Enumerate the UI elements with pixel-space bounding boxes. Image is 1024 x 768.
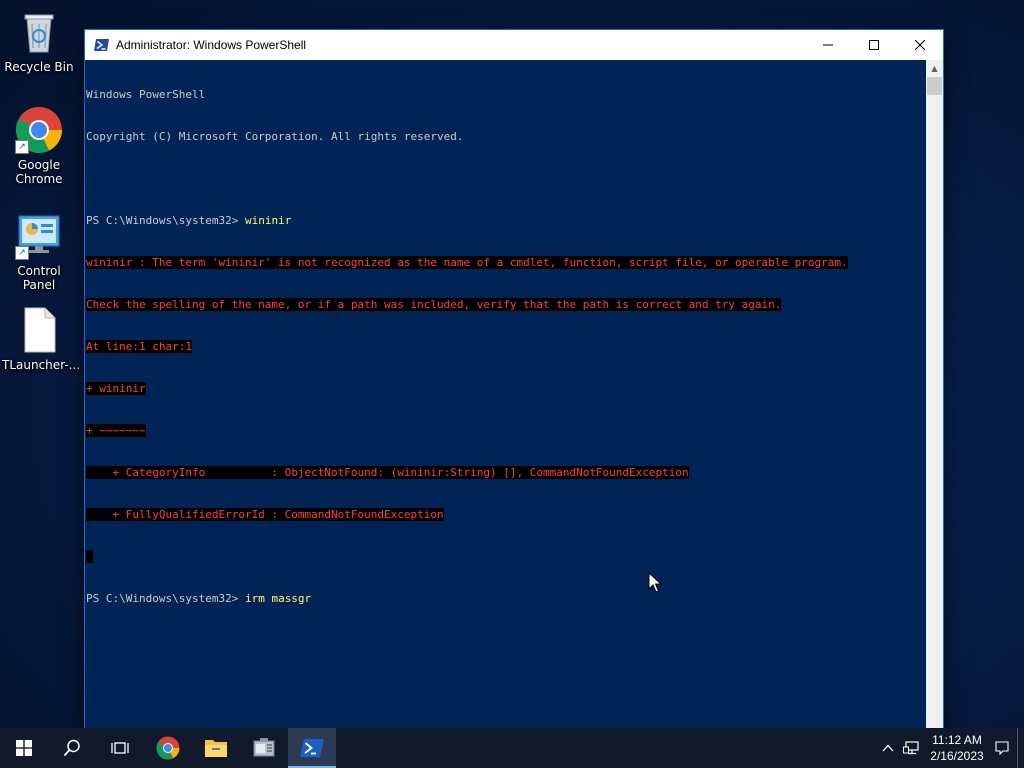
powershell-icon bbox=[94, 37, 110, 53]
desktop-icon-recycle-bin[interactable]: Recycle Bin bbox=[2, 8, 76, 74]
shortcut-arrow-icon: ↗ bbox=[15, 246, 29, 260]
taskbar-file-explorer[interactable] bbox=[192, 728, 240, 768]
desktop-icon-label: TLauncher-... bbox=[2, 358, 81, 372]
taskbar-powershell[interactable] bbox=[288, 728, 336, 768]
taskbar: 11:12 AM 2/16/2023 bbox=[0, 728, 1024, 768]
task-view-button[interactable] bbox=[96, 728, 144, 768]
console-error-line: + CategoryInfo : ObjectNotFound: (winini… bbox=[86, 466, 689, 479]
desktop-icon-label: Recycle Bin bbox=[4, 60, 74, 74]
console-error-line: + ~~~~~~~ bbox=[86, 424, 146, 437]
start-icon bbox=[16, 740, 32, 756]
console-line: Windows PowerShell bbox=[86, 88, 206, 101]
recycle-bin-icon bbox=[15, 8, 63, 56]
mouse-cursor-icon bbox=[648, 571, 663, 598]
network-icon bbox=[903, 741, 919, 755]
minimize-button[interactable] bbox=[805, 30, 851, 60]
shortcut-arrow-icon: ↗ bbox=[15, 140, 29, 154]
prompt-text: PS C:\Windows\system32> bbox=[86, 592, 245, 605]
powershell-icon bbox=[300, 739, 324, 757]
show-hidden-icons-button[interactable] bbox=[877, 728, 899, 768]
chevron-up-icon bbox=[882, 744, 894, 752]
chrome-icon: ↗ bbox=[15, 106, 63, 154]
system-tray: 11:12 AM 2/16/2023 bbox=[877, 728, 1024, 768]
notifications-button[interactable] bbox=[991, 728, 1013, 768]
network-button[interactable] bbox=[899, 728, 923, 768]
close-button[interactable] bbox=[897, 30, 943, 60]
chrome-icon bbox=[156, 736, 180, 760]
console-error-line bbox=[86, 550, 925, 564]
title-bar[interactable]: Administrator: Windows PowerShell bbox=[85, 30, 943, 60]
prompt-text: PS C:\Windows\system32> bbox=[86, 214, 245, 227]
command-text: irm massgr bbox=[244, 592, 312, 605]
close-icon bbox=[915, 40, 925, 50]
console-error-line: wininir : The term 'wininir' is not reco… bbox=[86, 256, 848, 269]
console-output[interactable]: Windows PowerShell Copyright (C) Microso… bbox=[85, 60, 925, 746]
command-text: wininir bbox=[244, 214, 292, 227]
powershell-window[interactable]: Administrator: Windows PowerShell Window… bbox=[85, 30, 943, 746]
console-line: Copyright (C) Microsoft Corporation. All… bbox=[86, 130, 464, 143]
taskbar-clock[interactable]: 11:12 AM 2/16/2023 bbox=[923, 732, 991, 764]
console-error-line: At line:1 char:1 bbox=[86, 340, 192, 353]
notification-icon bbox=[995, 741, 1009, 755]
desktop-icon-tlauncher[interactable]: TLauncher-... bbox=[2, 306, 81, 372]
start-button[interactable] bbox=[0, 728, 48, 768]
desktop-icon-label: Google Chrome bbox=[15, 158, 63, 186]
console-error-line: + wininir bbox=[86, 382, 146, 395]
console-error-line: + FullyQualifiedErrorId : CommandNotFoun… bbox=[86, 508, 444, 521]
clock-date: 2/16/2023 bbox=[930, 749, 984, 763]
console-prompt-line: PS C:\Windows\system32> wininir bbox=[86, 214, 925, 228]
taskbar-server-manager[interactable] bbox=[240, 728, 288, 768]
maximize-button[interactable] bbox=[851, 30, 897, 60]
maximize-icon bbox=[869, 40, 879, 50]
search-button[interactable] bbox=[48, 728, 96, 768]
show-desktop-button[interactable] bbox=[1017, 728, 1024, 768]
server-manager-icon bbox=[253, 738, 275, 757]
desktop-icon-label: Control Panel bbox=[17, 264, 61, 292]
search-icon bbox=[63, 739, 80, 757]
vertical-scrollbar[interactable]: ▲ ▼ bbox=[926, 60, 943, 746]
console-prompt-line: PS C:\Windows\system32> irm massgr bbox=[86, 592, 925, 606]
file-icon bbox=[15, 306, 63, 354]
console-error-line: Check the spelling of the name, or if a … bbox=[86, 298, 782, 311]
control-panel-icon: ↗ bbox=[15, 212, 63, 260]
task-view-icon bbox=[111, 742, 129, 754]
file-explorer-icon bbox=[205, 740, 227, 757]
scroll-thumb[interactable] bbox=[927, 77, 942, 95]
window-title: Administrator: Windows PowerShell bbox=[116, 38, 307, 52]
desktop-icon-google-chrome[interactable]: ↗ Google Chrome bbox=[2, 106, 76, 186]
taskbar-chrome[interactable] bbox=[144, 728, 192, 768]
minimize-icon bbox=[823, 44, 833, 46]
desktop-icon-control-panel[interactable]: ↗ Control Panel bbox=[2, 212, 76, 292]
clock-time: 11:12 AM bbox=[932, 733, 982, 747]
scroll-up-icon[interactable]: ▲ bbox=[926, 60, 943, 77]
